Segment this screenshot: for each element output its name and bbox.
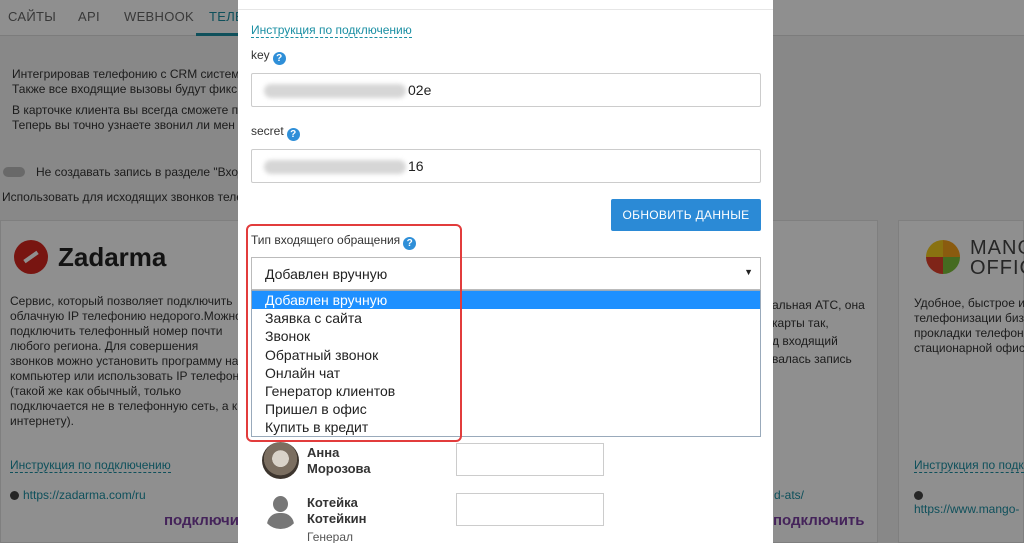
avatar	[262, 442, 299, 479]
update-data-button[interactable]: ОБНОВИТЬ ДАННЫЕ	[611, 199, 761, 231]
zadarma-logo-text: Zadarma	[58, 242, 167, 272]
intro-line: В карточке клиента вы всегда сможете п	[12, 103, 239, 117]
zadarma-description: Сервис, который позволяет подключить обл…	[10, 294, 242, 428]
tab-sites[interactable]: САЙТЫ	[8, 9, 56, 24]
user-role: Генерал котов	[307, 530, 354, 543]
globe-icon	[914, 491, 923, 500]
no-record-toggle-label: Не создавать запись в разделе "Вход	[36, 165, 245, 179]
user-extension-input[interactable]	[456, 443, 604, 476]
middle-line: д входящий	[772, 334, 838, 348]
mango-logo-line: OFFIC	[970, 257, 1024, 279]
key-label-text: key	[251, 48, 270, 62]
user-name: Котейка	[307, 495, 358, 510]
help-icon[interactable]: ?	[286, 128, 300, 141]
middle-line: карты так,	[772, 316, 829, 330]
middle-url[interactable]: d-ats/	[774, 488, 804, 502]
dropdown-arrow-icon: ▼	[744, 267, 753, 277]
zadarma-logo-icon	[14, 240, 48, 274]
key-label: key?	[251, 48, 286, 65]
middle-description: альная АТС, она карты так, д входящий ва…	[772, 296, 865, 368]
intro-line: Интегрировав телефонию с CRM систем	[12, 67, 240, 81]
zadarma-url-text: https://zadarma.com/ru	[23, 488, 146, 502]
mango-logo-line: MANG	[970, 237, 1024, 259]
user-extension-input[interactable]	[456, 493, 604, 526]
zadarma-instruction-link[interactable]: Инструкция по подключению	[10, 458, 171, 473]
outgoing-calls-label: Использовать для исходящих звонков теле	[2, 190, 243, 204]
zadarma-url[interactable]: https://zadarma.com/ru	[10, 488, 146, 502]
globe-icon	[10, 491, 19, 500]
middle-line: валась запись	[772, 352, 852, 366]
middle-line: альная АТС, она	[772, 298, 865, 312]
integration-modal: Инструкция по подключению key? 02e secre…	[238, 0, 773, 543]
user-name: Анна Морозова	[307, 445, 371, 476]
active-tab-indicator	[196, 33, 242, 36]
tab-webhook[interactable]: WEBHOOK	[124, 9, 194, 24]
masked-secret-value	[264, 160, 406, 174]
masked-key-value	[264, 84, 406, 98]
mango-logo-text: MANG OFFIC	[970, 238, 1024, 278]
intro-text: Интегрировав телефонию с CRM систем Такж…	[12, 67, 240, 133]
tab-api[interactable]: API	[78, 9, 100, 24]
key-input[interactable]: 02e	[251, 73, 761, 107]
mango-logo-icon	[926, 240, 960, 274]
secret-value-tail: 16	[408, 158, 424, 174]
help-icon[interactable]: ?	[272, 52, 286, 65]
no-record-toggle[interactable]	[3, 167, 25, 177]
annotation-highlight-frame	[246, 224, 462, 442]
zadarma-connect-button[interactable]: подключи	[164, 512, 239, 529]
user-surname: Котейкин	[307, 511, 367, 526]
secret-label-text: secret	[251, 124, 284, 138]
intro-line: Также все входящие вызовы будут фикс	[12, 82, 238, 96]
modal-instruction-link[interactable]: Инструкция по подключению	[251, 23, 412, 38]
secret-input[interactable]: 16	[251, 149, 761, 183]
secret-label: secret?	[251, 124, 300, 141]
middle-connect-button[interactable]: подключить	[773, 512, 865, 529]
default-avatar-icon	[262, 492, 299, 529]
intro-line: Теперь вы точно узнаете звонил ли мен	[12, 118, 235, 132]
modal-divider	[238, 9, 773, 10]
mango-instruction-link[interactable]: Инструкция по подк	[914, 458, 1024, 473]
mango-url[interactable]: https://www.mango-	[914, 488, 1024, 516]
key-value-tail: 02e	[408, 82, 432, 98]
mango-description: Удобное, быстрое и телефонизации биз про…	[914, 296, 1024, 355]
mango-url-text: https://www.mango-	[914, 502, 1020, 516]
